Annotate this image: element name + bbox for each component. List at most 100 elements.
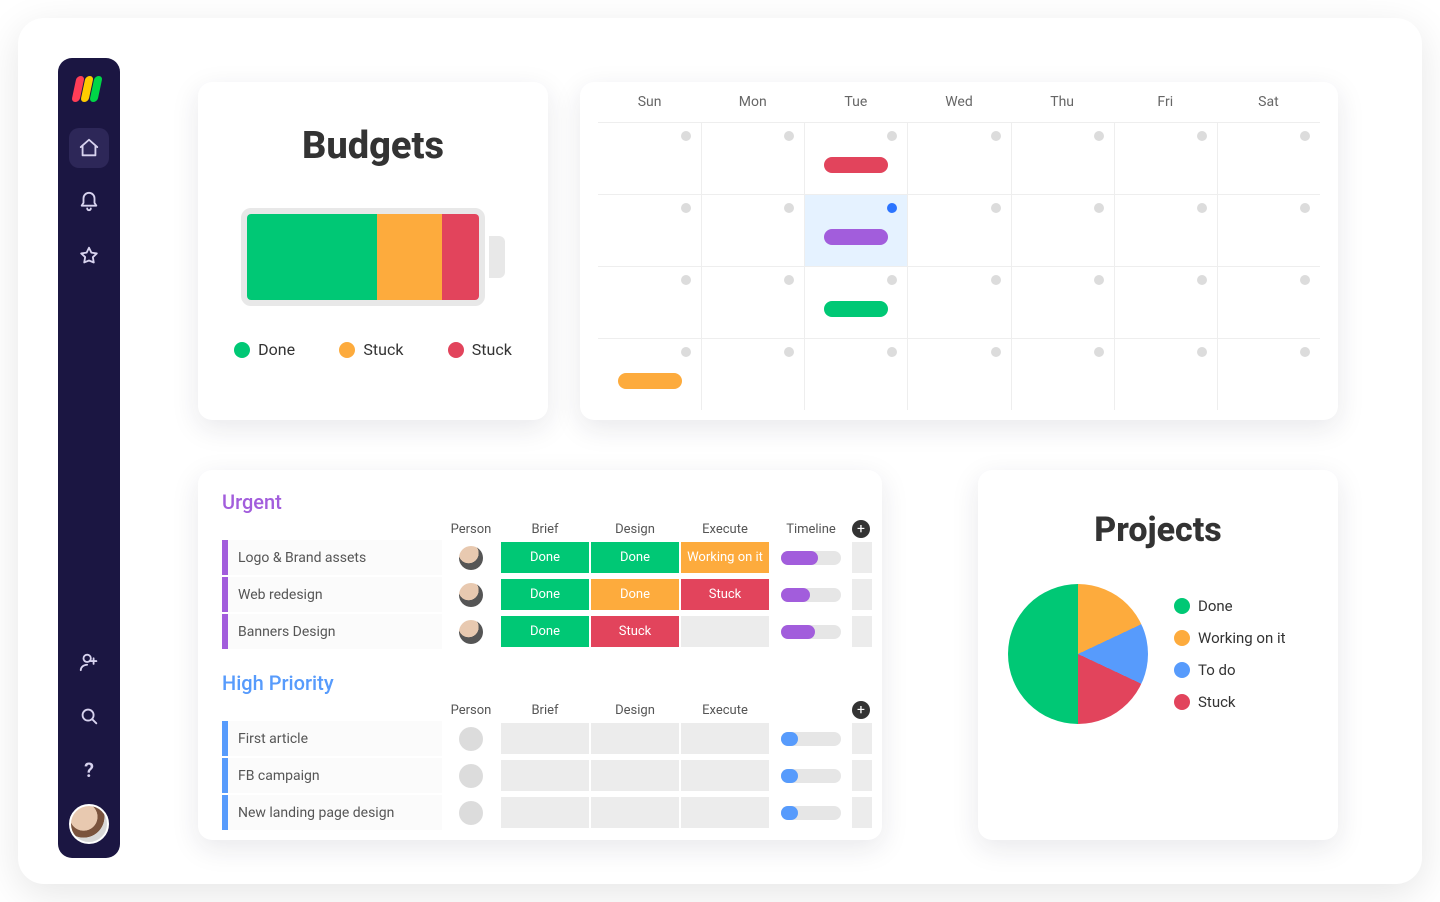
nav-search[interactable] <box>69 696 109 736</box>
timeline-cell[interactable] <box>770 769 852 783</box>
status-cell[interactable] <box>501 723 589 754</box>
status-cell[interactable]: Done <box>501 542 589 573</box>
item-name[interactable]: Banners Design <box>222 614 442 649</box>
status-cell[interactable] <box>591 760 679 791</box>
timeline-cell[interactable] <box>770 806 852 820</box>
table-row[interactable]: FB campaign <box>222 758 858 793</box>
calendar-cell[interactable] <box>701 338 804 410</box>
calendar-cell[interactable] <box>907 266 1010 338</box>
day-dot <box>1197 347 1207 357</box>
timeline-cell[interactable] <box>770 732 852 746</box>
column-header[interactable]: Execute <box>680 703 770 718</box>
status-cell[interactable] <box>681 723 769 754</box>
calendar-cell[interactable] <box>701 122 804 194</box>
calendar-cell[interactable] <box>1217 266 1320 338</box>
person-cell[interactable] <box>442 583 500 607</box>
nav-favorites[interactable] <box>69 236 109 276</box>
calendar-cell[interactable] <box>1114 338 1217 410</box>
calendar-cell[interactable] <box>804 194 907 266</box>
legend-swatch <box>339 342 355 358</box>
table-row[interactable]: Logo & Brand assetsDoneDoneWorking on it <box>222 540 858 575</box>
calendar-cell[interactable] <box>1217 122 1320 194</box>
timeline-cell[interactable] <box>770 551 852 565</box>
calendar-cell[interactable] <box>1011 194 1114 266</box>
item-name[interactable]: Web redesign <box>222 577 442 612</box>
status-cell[interactable] <box>591 723 679 754</box>
status-cell[interactable]: Stuck <box>591 616 679 647</box>
calendar-cell[interactable] <box>804 338 907 410</box>
column-header[interactable]: Brief <box>500 703 590 718</box>
calendar-cell[interactable] <box>1217 338 1320 410</box>
calendar-event-pill[interactable] <box>618 373 682 389</box>
calendar-event-pill[interactable] <box>824 301 888 317</box>
person-cell[interactable] <box>442 764 500 788</box>
calendar-cell[interactable] <box>1011 122 1114 194</box>
status-cell[interactable] <box>681 797 769 828</box>
timeline-cell[interactable] <box>770 625 852 639</box>
calendar-cell[interactable] <box>701 266 804 338</box>
day-dot <box>681 131 691 141</box>
person-cell[interactable] <box>442 801 500 825</box>
calendar-cell[interactable] <box>804 266 907 338</box>
column-header[interactable]: Person <box>442 703 500 718</box>
column-header[interactable]: Brief <box>500 522 590 537</box>
status-cell[interactable] <box>591 797 679 828</box>
row-trailing <box>852 616 872 647</box>
column-header[interactable]: Design <box>590 522 680 537</box>
calendar-cell[interactable] <box>907 338 1010 410</box>
group-title[interactable]: High Priority <box>222 671 858 695</box>
person-cell[interactable] <box>442 620 500 644</box>
table-row[interactable]: Web redesignDoneDoneStuck <box>222 577 858 612</box>
nav-notifications[interactable] <box>69 182 109 222</box>
item-name[interactable]: First article <box>222 721 442 756</box>
person-cell[interactable] <box>442 546 500 570</box>
nav-invite[interactable] <box>69 642 109 682</box>
calendar-cell[interactable] <box>1114 122 1217 194</box>
table-row[interactable]: Banners Design DoneStuck <box>222 614 858 649</box>
column-header[interactable]: Person <box>442 522 500 537</box>
add-column-button[interactable]: + <box>852 701 870 719</box>
calendar-cell[interactable] <box>598 122 701 194</box>
status-cell[interactable]: Done <box>591 579 679 610</box>
day-dot <box>1094 347 1104 357</box>
calendar-cell[interactable] <box>1011 338 1114 410</box>
status-cell[interactable]: Stuck <box>681 579 769 610</box>
calendar-cell[interactable] <box>598 194 701 266</box>
nav-home[interactable] <box>69 128 109 168</box>
add-column-button[interactable]: + <box>852 520 870 538</box>
column-header[interactable]: Timeline <box>770 522 852 537</box>
item-name[interactable]: New landing page design <box>222 795 442 830</box>
calendar-cell[interactable] <box>907 122 1010 194</box>
profile-avatar[interactable] <box>69 804 109 844</box>
calendar-cell[interactable] <box>907 194 1010 266</box>
calendar-cell[interactable] <box>1011 266 1114 338</box>
calendar-cell[interactable] <box>598 266 701 338</box>
calendar-cell[interactable] <box>701 194 804 266</box>
status-cell[interactable]: Done <box>591 542 679 573</box>
status-cell[interactable] <box>501 760 589 791</box>
status-cell[interactable]: Working on it <box>681 542 769 573</box>
status-cell[interactable] <box>681 616 769 647</box>
item-name[interactable]: Logo & Brand assets <box>222 540 442 575</box>
legend-item: Working on it <box>1174 629 1286 647</box>
calendar-event-pill[interactable] <box>824 229 888 245</box>
timeline-cell[interactable] <box>770 588 852 602</box>
calendar-cell[interactable] <box>1114 194 1217 266</box>
calendar-cell[interactable] <box>1114 266 1217 338</box>
calendar-event-pill[interactable] <box>824 157 888 173</box>
status-cell[interactable]: Done <box>501 579 589 610</box>
column-header[interactable]: Execute <box>680 522 770 537</box>
table-row[interactable]: New landing page design <box>222 795 858 830</box>
person-cell[interactable] <box>442 727 500 751</box>
table-row[interactable]: First article <box>222 721 858 756</box>
item-name[interactable]: FB campaign <box>222 758 442 793</box>
column-header[interactable]: Design <box>590 703 680 718</box>
calendar-cell[interactable] <box>804 122 907 194</box>
calendar-cell[interactable] <box>1217 194 1320 266</box>
status-cell[interactable] <box>681 760 769 791</box>
group-title[interactable]: Urgent <box>222 490 858 514</box>
status-cell[interactable]: Done <box>501 616 589 647</box>
nav-help[interactable]: ? <box>69 750 109 790</box>
status-cell[interactable] <box>501 797 589 828</box>
calendar-cell[interactable] <box>598 338 701 410</box>
